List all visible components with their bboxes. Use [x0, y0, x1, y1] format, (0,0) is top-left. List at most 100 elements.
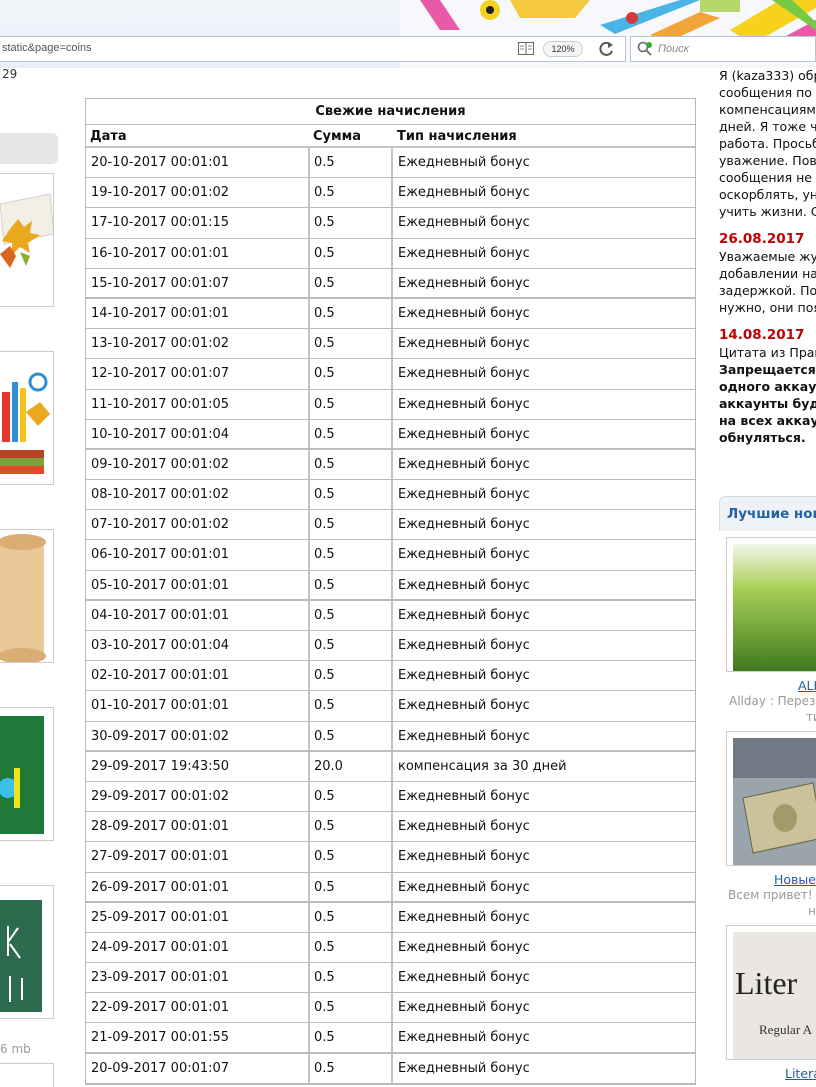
news-line: Я (kaza333) обр — [719, 68, 816, 83]
cell-date: 11-10-2017 00:01:05 — [86, 389, 310, 419]
table-row: 15-10-2017 00:01:07 0.5 Ежедневный бонус — [86, 268, 695, 299]
news-line: задержкой. По — [719, 283, 816, 298]
cell-type: компенсация за 30 дней — [398, 758, 567, 774]
cell-amount: 0.5 — [310, 842, 393, 872]
literature-font-image: Liter Regular A — [733, 932, 816, 1059]
cell-date: 20-10-2017 00:01:01 — [86, 148, 310, 178]
left-thumbnail-school-supplies[interactable] — [0, 351, 54, 485]
cell-date: 05-10-2017 00:01:01 — [86, 570, 310, 599]
cell-type: Ежедневный бонус — [398, 638, 530, 653]
table-row: 04-10-2017 00:01:01 0.5 Ежедневный бонус — [86, 600, 695, 631]
table-row: 02-10-2017 00:01:01 0.5 Ежедневный бонус — [86, 661, 695, 692]
reader-view-icon[interactable] — [518, 42, 534, 55]
news-card-thumbnail-grass[interactable] — [726, 537, 816, 672]
cell-amount: 0.5 — [310, 721, 393, 750]
cell-amount: 0.5 — [310, 238, 393, 268]
news-line: учить жизни. С — [719, 204, 816, 219]
cell-amount: 0.5 — [310, 1023, 393, 1052]
news-column: Я (kaza333) обр сообщения по компенсациям д… — [719, 67, 816, 446]
news-item-text: Уважаемые жур добавлении на задержкой. По н… — [719, 248, 816, 316]
news-date: 14.08.2017 — [719, 327, 805, 343]
cell-type: Ежедневный бонус — [398, 970, 530, 986]
cell-date: 01-10-2017 00:01:01 — [86, 691, 310, 721]
column-header-type: Тип начисления — [397, 129, 517, 144]
cell-date: 02-10-2017 00:01:01 — [86, 661, 310, 691]
table-row: 25-09-2017 00:01:01 0.5 Ежедневный бонус — [86, 902, 695, 933]
cell-amount: 0.5 — [310, 1053, 393, 1083]
cell-type: Ежедневный бонус — [398, 245, 530, 261]
table-row: 16-10-2017 00:01:01 0.5 Ежедневный бонус — [86, 238, 695, 269]
news-card-link[interactable]: Новые — [774, 872, 816, 887]
zoom-indicator[interactable]: 120% — [543, 41, 583, 57]
cell-amount: 20.0 — [310, 751, 393, 781]
cell-type: Ежедневный бонус — [398, 668, 530, 684]
literature-thumb-sub: Regular A — [759, 1022, 813, 1037]
search-field[interactable]: Поиск — [630, 36, 816, 62]
cell-date: 29-09-2017 19:43:50 — [86, 751, 310, 781]
left-thumbnail-chalkboard[interactable] — [0, 885, 54, 1019]
cell-amount: 0.5 — [310, 419, 393, 448]
table-row: 24-09-2017 00:01:01 0.5 Ежедневный бонус — [86, 932, 695, 964]
cell-date: 25-09-2017 00:01:01 — [86, 902, 310, 932]
left-thumbnail-partial[interactable] — [0, 1063, 54, 1087]
left-sidebar-header — [0, 133, 58, 164]
paper-scroll-image — [0, 530, 53, 662]
cell-type: Ежедневный бонус — [398, 819, 530, 835]
table-row: 27-09-2017 00:01:01 0.5 Ежедневный бонус — [86, 842, 695, 873]
news-card-link[interactable]: Litera — [785, 1066, 816, 1081]
reload-icon[interactable] — [598, 40, 616, 58]
cell-type: Ежедневный бонус — [398, 275, 530, 291]
literature-thumb-text: Liter — [735, 965, 798, 1001]
news-line: сообщения по — [719, 85, 812, 100]
left-file-size: 6 mb — [0, 1042, 31, 1056]
news-line: Запрещается — [719, 362, 816, 377]
cell-date: 28-09-2017 00:01:01 — [86, 812, 310, 842]
left-thumbnail-green-board[interactable] — [0, 707, 54, 841]
cell-amount: 0.5 — [310, 570, 393, 599]
cell-amount: 0.5 — [310, 631, 393, 661]
address-bar[interactable]: static&page=coins 120% — [0, 36, 626, 62]
cell-date: 13-10-2017 00:01:02 — [86, 329, 310, 359]
left-thumbnail-autumn[interactable] — [0, 173, 54, 307]
table-header: Дата Сумма Тип начисления — [86, 125, 695, 148]
search-placeholder: Поиск — [658, 43, 689, 55]
table-row: 03-10-2017 00:01:04 0.5 Ежедневный бонус — [86, 631, 695, 662]
news-line: обнуляться. — [719, 430, 806, 445]
table-row: 12-10-2017 00:01:07 0.5 Ежедневный бонус — [86, 359, 695, 390]
cell-amount: 0.5 — [310, 359, 393, 389]
news-card-link[interactable]: ALL — [798, 678, 816, 693]
table-row: 17-10-2017 00:01:15 0.5 Ежедневный бонус — [86, 208, 695, 239]
cell-type: Ежедневный бонус — [398, 1060, 530, 1076]
cell-type: Ежедневный бонус — [398, 215, 530, 231]
cell-date: 29-09-2017 00:01:02 — [86, 781, 310, 812]
cell-date: 24-09-2017 00:01:01 — [86, 932, 310, 963]
news-line: добавлении на — [719, 266, 816, 281]
news-card-desc: Allday : Переза — [729, 694, 816, 708]
table-row: 14-10-2017 00:01:01 0.5 Ежедневный бонус — [86, 298, 695, 330]
cell-type: Ежедневный бонус — [398, 909, 530, 925]
cell-date: 23-09-2017 00:01:01 — [86, 963, 310, 993]
table-row: 20-09-2017 00:01:07 0.5 Ежедневный бонус — [86, 1053, 695, 1084]
news-card-thumbnail-literature[interactable]: Liter Regular A — [726, 925, 816, 1060]
news-card-thumbnail-money[interactable] — [726, 731, 816, 866]
news-line: одного аккау — [719, 379, 816, 394]
grass-field-image — [733, 544, 816, 671]
cell-amount: 0.5 — [310, 600, 393, 630]
cell-type: Ежедневный бонус — [398, 728, 530, 744]
cell-date: 22-09-2017 00:01:01 — [86, 993, 310, 1023]
cell-amount: 0.5 — [310, 993, 393, 1023]
table-row: 28-09-2017 00:01:01 0.5 Ежедневный бонус — [86, 812, 695, 843]
cell-type: Ежедневный бонус — [398, 939, 530, 955]
table-row: 09-10-2017 00:01:02 0.5 Ежедневный бонус — [86, 449, 695, 481]
news-intro: Я (kaza333) обр сообщения по компенсациям д… — [719, 67, 816, 220]
table-row: 13-10-2017 00:01:02 0.5 Ежедневный бонус — [86, 329, 695, 360]
cell-amount: 0.5 — [310, 178, 393, 208]
news-card-desc: н — [808, 904, 816, 918]
cell-amount: 0.5 — [310, 661, 393, 691]
table-row: 23-09-2017 00:01:01 0.5 Ежедневный бонус — [86, 963, 695, 994]
cell-amount: 0.5 — [310, 902, 393, 932]
cell-date: 07-10-2017 00:01:02 — [86, 510, 310, 540]
left-thumbnail-scroll[interactable] — [0, 529, 54, 663]
cell-date: 30-09-2017 00:01:02 — [86, 721, 310, 750]
cell-amount: 0.5 — [310, 148, 393, 178]
